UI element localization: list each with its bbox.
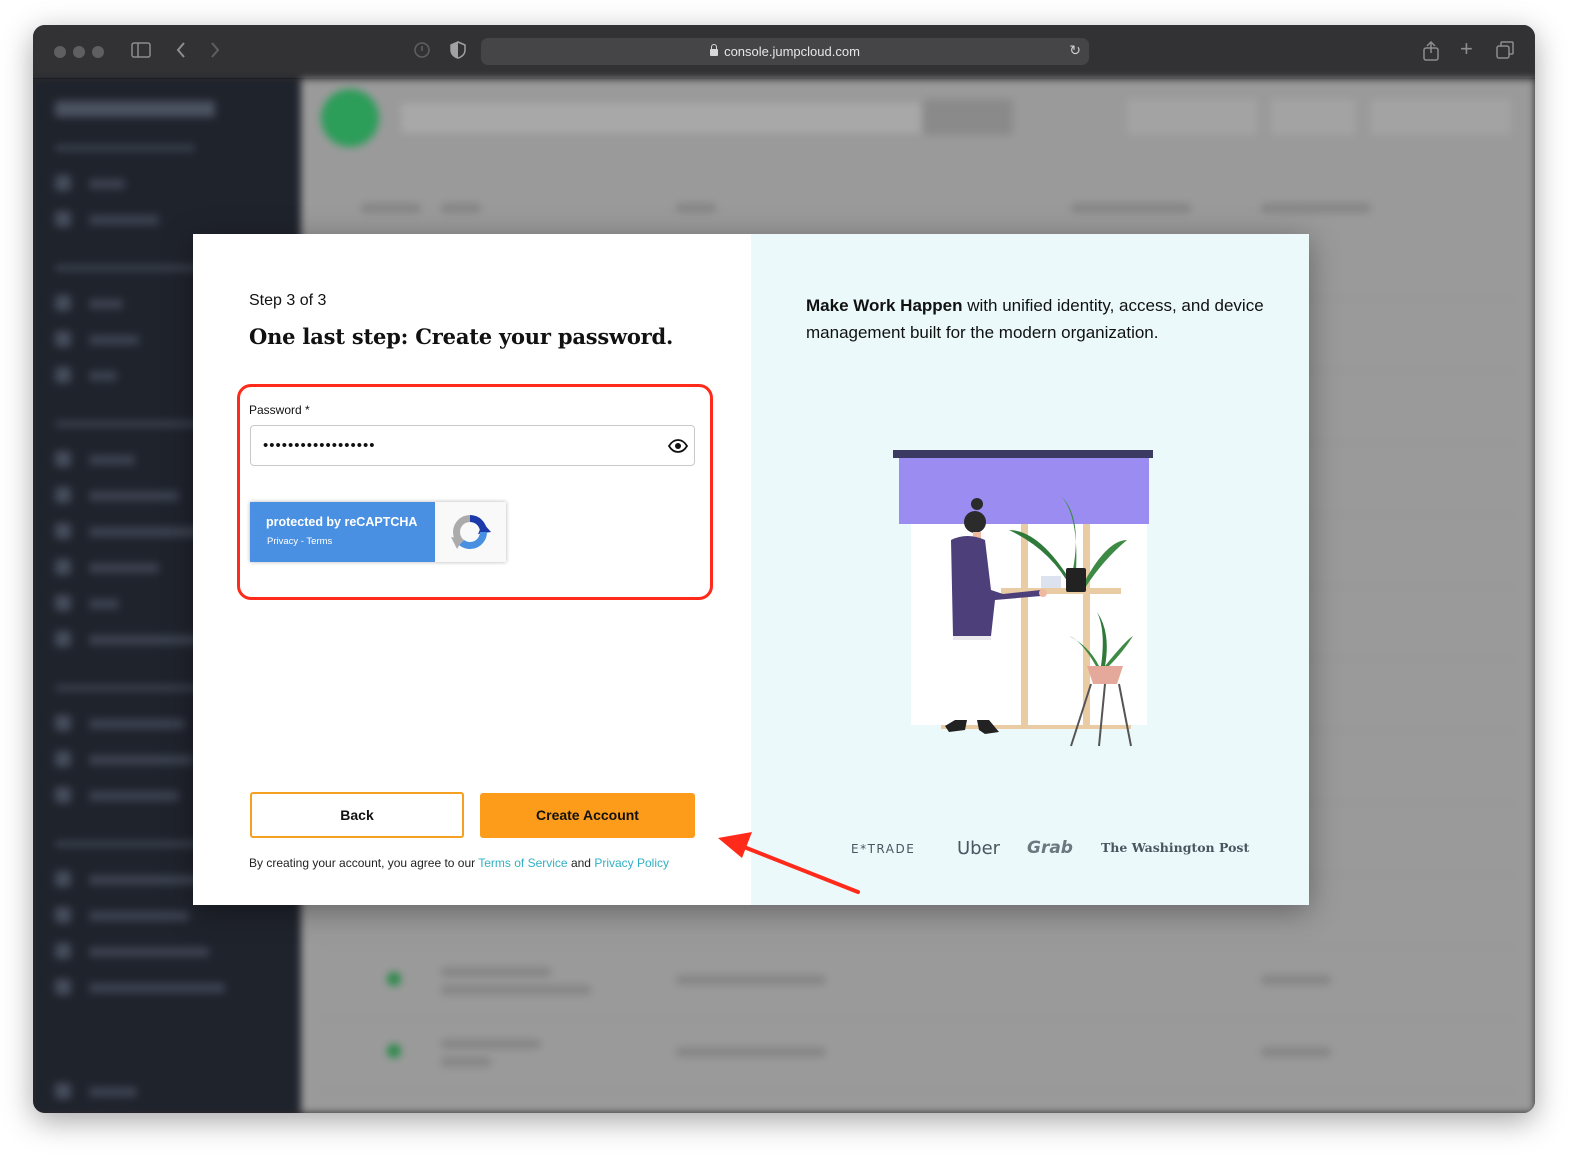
shield-icon[interactable] xyxy=(450,41,466,64)
etrade-logo: E*TRADE xyxy=(851,842,916,856)
modal-title: One last step: Create your password. xyxy=(249,324,674,349)
tab-overview-icon[interactable] xyxy=(1496,41,1514,64)
close-window-button[interactable] xyxy=(54,46,66,58)
create-account-button[interactable]: Create Account xyxy=(480,793,695,838)
promo-tagline: Make Work Happen with unified identity, … xyxy=(806,296,1264,342)
new-tab-icon[interactable]: + xyxy=(1460,38,1473,60)
recaptcha-links[interactable]: Privacy - Terms xyxy=(267,536,332,547)
browser-toolbar: console.jumpcloud.com ↻ + xyxy=(33,25,1535,79)
privacy-policy-link[interactable]: Privacy Policy xyxy=(594,856,669,870)
lock-icon xyxy=(710,44,719,56)
back-nav-icon[interactable] xyxy=(175,41,187,64)
sidebar-toggle-icon[interactable] xyxy=(131,41,151,63)
washington-post-logo: The Washington Post xyxy=(1101,840,1250,855)
back-button[interactable]: Back xyxy=(250,792,464,838)
minimize-window-button[interactable] xyxy=(73,46,85,58)
reload-icon[interactable]: ↻ xyxy=(1069,42,1081,59)
recaptcha-logo-icon xyxy=(447,511,493,553)
password-label: Password * xyxy=(249,403,310,417)
forward-nav-icon[interactable] xyxy=(209,41,221,64)
recaptcha-text: protected by reCAPTCHA xyxy=(266,515,418,529)
customer-logos: E*TRADE Uber Grab The Washington Post xyxy=(851,834,1251,864)
share-icon[interactable] xyxy=(1423,40,1439,66)
signup-modal: Step 3 of 3 One last step: Create your p… xyxy=(193,234,1309,905)
show-password-eye-icon[interactable] xyxy=(667,435,689,457)
privacy-report-icon[interactable] xyxy=(413,41,431,64)
url-text: console.jumpcloud.com xyxy=(724,44,860,59)
password-field[interactable]: •••••••••••••••••• xyxy=(250,425,695,466)
step-indicator: Step 3 of 3 xyxy=(249,292,327,309)
address-bar[interactable]: console.jumpcloud.com ↻ xyxy=(481,38,1089,65)
grab-logo: Grab xyxy=(1027,838,1073,858)
recaptcha-badge[interactable]: protected by reCAPTCHA Privacy - Terms xyxy=(250,502,506,562)
signup-form-panel: Step 3 of 3 One last step: Create your p… xyxy=(193,234,751,905)
promo-panel: Make Work Happen with unified identity, … xyxy=(751,234,1309,905)
zoom-window-button[interactable] xyxy=(92,46,104,58)
person-at-desk-illustration xyxy=(891,440,1161,750)
terms-of-service-link[interactable]: Terms of Service xyxy=(478,856,567,870)
uber-logo: Uber xyxy=(957,838,1001,859)
terms-text: By creating your account, you agree to o… xyxy=(249,856,669,870)
